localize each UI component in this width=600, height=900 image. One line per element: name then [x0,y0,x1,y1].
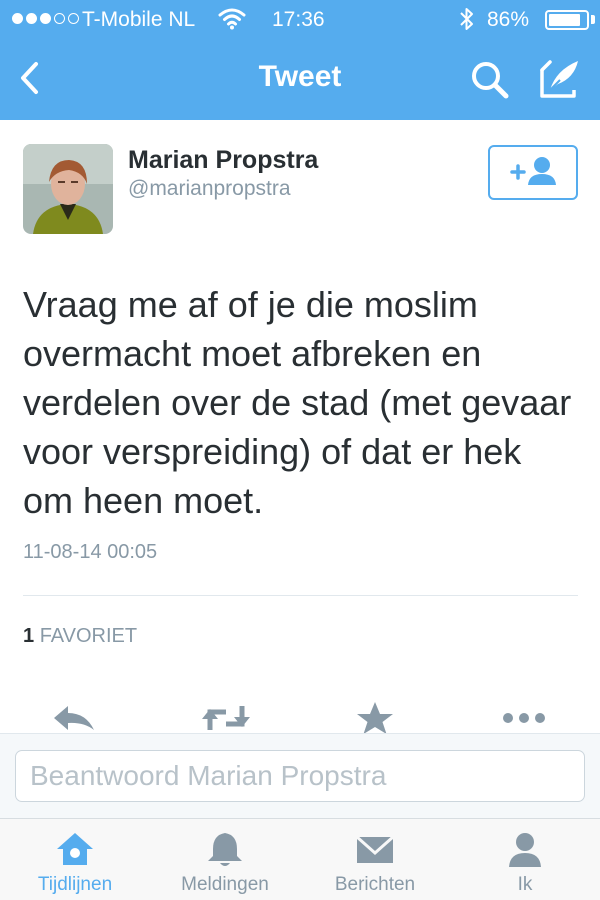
tab-ik[interactable]: Ik [450,819,600,900]
signal-strength [12,13,79,24]
search-button[interactable] [468,58,512,102]
author-name[interactable]: Marian Propstra [128,146,318,175]
signal-dot [12,13,23,24]
signal-dot [26,13,37,24]
more-icon [503,713,545,723]
tweet-text-line: overmacht moet afbreken en [23,333,482,374]
tweet-timestamp: 11-08-14 00:05 [23,541,158,563]
tab-tijdlijnen[interactable]: Tijdlijnen [0,819,150,900]
search-icon [472,62,509,99]
tab-label: Berichten [334,874,416,895]
status-bar: T-Mobile NL 17:36 86% [0,0,600,40]
home-icon [57,833,93,865]
reply-button[interactable] [50,700,100,736]
tab-label: Meldingen [181,874,269,895]
compose-icon [540,60,578,98]
avatar[interactable] [23,144,113,234]
retweet-button[interactable] [198,700,254,736]
tweet-text-line: Vraag me af of je die moslim [23,284,478,325]
battery-percent: 86% [487,8,530,31]
person-icon [509,833,541,867]
favorite-stats[interactable]: 1 FAVORIET [23,625,137,648]
retweet-icon [202,706,250,730]
battery-fill [549,14,580,26]
signal-dot-empty [68,13,79,24]
tweet-text-line: om heen moet. [23,480,264,521]
wifi-icon [218,6,246,36]
favorite-label: FAVORIET [39,625,138,647]
envelope-icon [356,835,394,863]
signal-dot [40,13,51,24]
signal-dot-empty [54,13,65,24]
reply-bar [0,733,600,819]
header: T-Mobile NL 17:36 86% Tweet [0,0,600,120]
tab-bar: Tijdlijnen Meldingen Berichten Ik [0,818,600,900]
add-user-icon [510,157,556,185]
tweet-text: Vraag me af of je die moslim overmacht m… [23,280,583,525]
status-time: 17:36 [272,8,325,31]
reply-icon [54,706,94,730]
author-handle[interactable]: @marianpropstra [128,177,291,201]
tab-berichten[interactable]: Berichten [300,819,450,900]
battery-nub [591,15,595,24]
battery-icon [545,10,589,30]
reply-input[interactable] [15,750,585,802]
tab-label: Tijdlijnen [37,874,113,895]
favorite-icon [357,702,393,734]
follow-button[interactable] [488,145,578,200]
favorite-count: 1 [23,625,35,647]
tab-meldingen[interactable]: Meldingen [150,819,300,900]
tweet-text-line: voor verspreiding) of dat er hek [23,431,522,472]
carrier-name: T-Mobile NL [82,8,196,31]
bluetooth-icon [458,6,476,38]
divider [23,595,578,596]
favorite-button[interactable] [355,700,405,736]
tweet-text-line: verdelen over de stad (met gevaar [23,382,572,423]
tab-label: Ik [517,874,533,895]
bell-icon [208,833,242,866]
more-button[interactable] [498,700,550,736]
compose-button[interactable] [536,56,584,102]
